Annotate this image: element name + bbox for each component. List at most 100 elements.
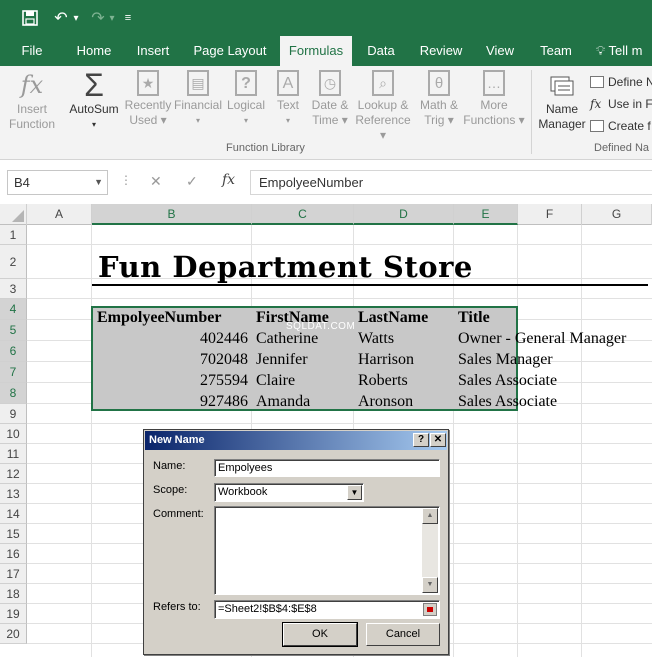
row-header-7[interactable]: 7	[0, 362, 27, 383]
row-header-9[interactable]: 9	[0, 404, 27, 424]
text-label: Text	[276, 98, 299, 112]
insert-function-button[interactable]: fx Insert Function	[4, 70, 60, 142]
row-header-11[interactable]: 11	[0, 444, 27, 464]
row-header-12[interactable]: 12	[0, 464, 27, 484]
scope-select[interactable]: Workbook ▼	[214, 483, 364, 502]
cell-e6[interactable]: Sales Manager	[458, 349, 553, 370]
row-header-5[interactable]: 5	[0, 320, 27, 341]
row-header-14[interactable]: 14	[0, 504, 27, 524]
comment-textarea[interactable]: ▲ ▼	[214, 506, 440, 595]
cancel-icon[interactable]: ✕	[150, 173, 162, 190]
cell-d4[interactable]: LastName	[358, 307, 428, 328]
column-header-g[interactable]: G	[582, 204, 652, 225]
tab-home[interactable]: Home	[66, 36, 122, 66]
date-time-label-2: Time ▾	[312, 113, 348, 127]
name-manager-button[interactable]: Name Manager	[536, 70, 588, 142]
tab-team[interactable]: Team	[532, 36, 580, 66]
autosum-button[interactable]: Σ AutoSum ▾	[64, 69, 124, 142]
create-from-selection-button[interactable]: Create f	[590, 116, 651, 136]
cell-b4[interactable]: EmpolyeeNumber	[97, 307, 221, 328]
recently-used-button[interactable]: ★ Recently Used ▾	[122, 70, 174, 142]
row-header-13[interactable]: 13	[0, 484, 27, 504]
cell-d7[interactable]: Roberts	[358, 370, 408, 391]
cell-b5[interactable]: 402446	[92, 328, 248, 349]
cell-e7[interactable]: Sales Associate	[458, 370, 557, 391]
date-time-button[interactable]: ◷ Date & Time ▾	[306, 70, 354, 142]
cancel-button[interactable]: Cancel	[366, 623, 440, 646]
tell-me-search[interactable]: 💡︎ Tell m	[596, 36, 652, 66]
row-header-6[interactable]: 6	[0, 341, 27, 362]
more-functions-button[interactable]: … More Functions ▾	[462, 70, 526, 142]
customize-qat-icon[interactable]: ≡	[121, 6, 135, 30]
store-title-cell[interactable]: Fun Department Store	[98, 250, 473, 284]
cell-e5[interactable]: Owner - General Manager	[458, 328, 626, 349]
financial-button[interactable]: ▤ Financial ▾	[174, 70, 222, 142]
scroll-down-icon[interactable]: ▼	[422, 577, 438, 593]
tab-page-layout[interactable]: Page Layout	[188, 36, 272, 66]
scroll-up-icon[interactable]: ▲	[422, 508, 438, 524]
comment-scrollbar[interactable]: ▲ ▼	[422, 508, 438, 593]
row-header-4[interactable]: 4	[0, 299, 27, 320]
row-header-8[interactable]: 8	[0, 383, 27, 404]
row-header-1[interactable]: 1	[0, 225, 27, 245]
tab-formulas[interactable]: Formulas	[280, 36, 352, 66]
lookup-label-1: Lookup &	[357, 98, 409, 112]
row-header-15[interactable]: 15	[0, 524, 27, 544]
row-header-19[interactable]: 19	[0, 604, 27, 624]
undo-icon[interactable]: ↶	[50, 6, 72, 30]
cell-c6[interactable]: Jennifer	[256, 349, 308, 370]
tab-review[interactable]: Review	[414, 36, 468, 66]
cell-d8[interactable]: Aronson	[358, 391, 413, 412]
insert-function-fx-icon[interactable]: fx	[222, 172, 235, 188]
cell-c8[interactable]: Amanda	[256, 391, 310, 412]
cell-d5[interactable]: Watts	[358, 328, 394, 349]
lookup-reference-button[interactable]: ⌕ Lookup & Reference ▾	[352, 70, 414, 142]
cell-b7[interactable]: 275594	[92, 370, 248, 391]
name-box-dropdown-icon[interactable]: ▼	[94, 171, 103, 194]
use-in-formula-button[interactable]: fx Use in F	[590, 94, 652, 114]
cell-d6[interactable]: Harrison	[358, 349, 414, 370]
row-header-18[interactable]: 18	[0, 584, 27, 604]
save-icon[interactable]	[18, 6, 42, 30]
logical-button[interactable]: ? Logical ▾	[224, 70, 268, 142]
enter-icon[interactable]: ✓	[186, 173, 198, 190]
ok-button[interactable]: OK	[282, 622, 358, 647]
tab-insert[interactable]: Insert	[128, 36, 178, 66]
cell-e8[interactable]: Sales Associate	[458, 391, 557, 412]
tab-view[interactable]: View	[478, 36, 522, 66]
tab-data[interactable]: Data	[360, 36, 402, 66]
refers-to-input[interactable]: =Sheet2!$B$4:$E$8	[214, 600, 440, 619]
undo-dropdown-icon[interactable]: ▾	[71, 6, 81, 30]
row-header-10[interactable]: 10	[0, 424, 27, 444]
name-input[interactable]: Empolyees	[214, 459, 440, 477]
scope-dropdown-icon[interactable]: ▼	[347, 485, 362, 500]
help-icon[interactable]: ?	[413, 433, 429, 447]
column-header-a[interactable]: A	[27, 204, 92, 225]
row-header-2[interactable]: 2	[0, 245, 27, 279]
row-header-20[interactable]: 20	[0, 624, 27, 644]
formula-input[interactable]: EmpolyeeNumber	[250, 170, 652, 195]
column-header-c[interactable]: C	[252, 204, 354, 225]
row-header-17[interactable]: 17	[0, 564, 27, 584]
date-time-label-1: Date &	[311, 98, 349, 112]
name-box[interactable]: B4 ▼	[7, 170, 108, 195]
close-icon[interactable]: ✕	[430, 433, 446, 447]
math-trig-button[interactable]: θ Math & Trig ▾	[414, 70, 464, 142]
name-manager-label-2: Manager	[538, 117, 586, 131]
collapse-dialog-icon[interactable]	[423, 603, 437, 616]
column-header-e[interactable]: E	[454, 204, 518, 225]
cell-e4[interactable]: Title	[458, 307, 490, 328]
text-button[interactable]: A Text ▾	[270, 70, 306, 142]
logical-label: Logical	[226, 98, 266, 112]
column-header-d[interactable]: D	[354, 204, 454, 225]
row-header-16[interactable]: 16	[0, 544, 27, 564]
select-all-corner[interactable]	[0, 204, 27, 225]
define-name-button[interactable]: Define N	[590, 72, 652, 92]
column-header-b[interactable]: B	[92, 204, 252, 225]
cell-b8[interactable]: 927486	[92, 391, 248, 412]
cell-c7[interactable]: Claire	[256, 370, 295, 391]
tab-file[interactable]: File	[8, 36, 56, 66]
cell-b6[interactable]: 702048	[92, 349, 248, 370]
column-header-f[interactable]: F	[518, 204, 582, 225]
row-header-3[interactable]: 3	[0, 279, 27, 299]
